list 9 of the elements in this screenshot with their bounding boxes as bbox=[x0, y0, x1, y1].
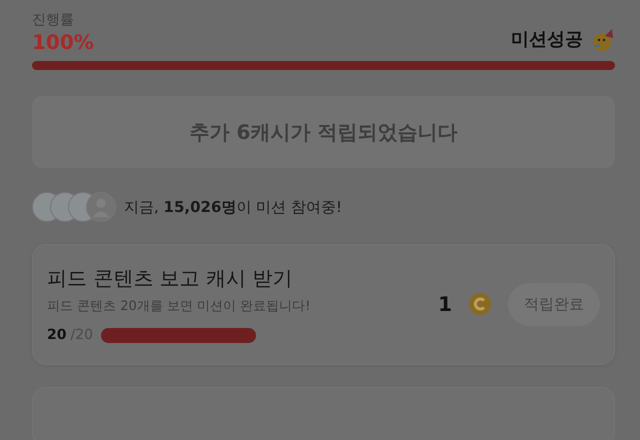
avatar-silhouette-icon bbox=[86, 192, 116, 222]
reward-amount: 1 bbox=[438, 291, 452, 318]
party-face-icon bbox=[591, 28, 615, 52]
progress-count: 20 bbox=[47, 326, 66, 344]
mission-status: 미션성공 bbox=[511, 28, 583, 52]
mission-title: 피드 콘텐츠 보고 캐시 받기 bbox=[47, 265, 294, 292]
participants-text: 지금, 15,026명이 미션 참여중! bbox=[124, 196, 342, 218]
coin-icon bbox=[468, 292, 492, 316]
progress-percent: 100% bbox=[32, 31, 94, 53]
